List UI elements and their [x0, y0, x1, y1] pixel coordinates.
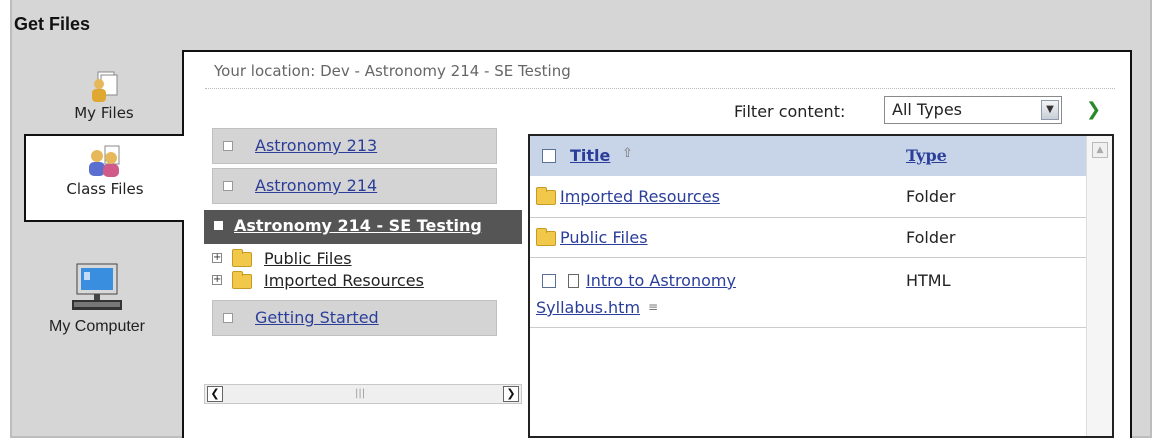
tab-class-files[interactable]: Class Files [24, 134, 184, 222]
filter-select-value: All Types [892, 100, 963, 119]
options-menu-icon[interactable]: ≡ [648, 300, 658, 314]
scroll-up-icon[interactable]: ▲ [1092, 142, 1108, 158]
tree-item-selected[interactable]: Astronomy 214 - SE Testing [204, 210, 522, 244]
tree-children: + Public Files + Imported Resources [204, 244, 522, 300]
file-list-vertical-scrollbar[interactable]: ▲ [1086, 136, 1112, 436]
scroll-right-icon[interactable]: ❯ [503, 386, 519, 402]
filter-label: Filter content: [734, 102, 846, 121]
divider [205, 88, 1115, 89]
filter-select[interactable]: All Types ▼ [884, 96, 1062, 124]
file-checkbox[interactable] [542, 274, 556, 288]
computer-icon [72, 263, 122, 310]
file-title-link[interactable]: Imported Resources [560, 187, 720, 206]
folder-icon [232, 249, 252, 267]
column-type[interactable]: Type [906, 146, 947, 165]
file-title-link[interactable]: Intro to Astronomy [586, 271, 736, 290]
sort-up-icon: ⇧ [622, 146, 633, 161]
tree-node-icon [214, 221, 223, 230]
tab-my-files[interactable]: My Files [30, 70, 178, 130]
file-type: Folder [906, 187, 956, 206]
tree-horizontal-scrollbar[interactable]: ❮ ||| ❯ [204, 384, 522, 404]
tab-class-files-label: Class Files [66, 180, 144, 198]
tree-item-link[interactable]: Astronomy 213 [255, 136, 377, 155]
tab-join [182, 136, 186, 220]
file-row[interactable]: Intro to Astronomy Syllabus.htm ≡ HTML [530, 258, 1086, 328]
tree-node-icon [223, 141, 233, 151]
tab-my-computer[interactable]: My Computer [22, 262, 172, 362]
tree-child-link[interactable]: Public Files [264, 249, 352, 268]
tab-my-computer-label: My Computer [48, 318, 146, 335]
file-row[interactable]: Public Files Folder [530, 218, 1086, 258]
tree-child-link[interactable]: Imported Resources [264, 271, 424, 290]
select-all-checkbox[interactable] [542, 149, 556, 163]
location-breadcrumb: Your location: Dev - Astronomy 214 - SE … [214, 62, 571, 80]
file-type: Folder [906, 228, 956, 247]
class-files-icon [89, 145, 120, 177]
folder-icon [536, 228, 556, 246]
tree-item-link[interactable]: Getting Started [255, 308, 379, 327]
tree-item[interactable]: Astronomy 214 [212, 168, 497, 204]
expand-icon[interactable]: + [212, 275, 222, 285]
scroll-grip-icon: ||| [355, 388, 366, 399]
file-list: Title ⇧ Type Imported Resources Folder P… [528, 134, 1114, 438]
folder-icon [232, 271, 252, 289]
document-icon [568, 274, 579, 288]
my-files-icon [92, 71, 118, 102]
tree-item-selected-label: Astronomy 214 - SE Testing [234, 216, 482, 235]
file-type: HTML [906, 271, 951, 290]
folder-icon [536, 187, 556, 205]
dialog-title: Get Files [14, 14, 91, 34]
file-list-header: Title ⇧ Type [530, 136, 1086, 176]
chevron-down-icon[interactable]: ▼ [1041, 100, 1059, 120]
tree-item[interactable]: Getting Started [212, 300, 497, 336]
scroll-left-icon[interactable]: ❮ [207, 386, 223, 402]
tree-node-icon [223, 181, 233, 191]
tree-item-link[interactable]: Astronomy 214 [255, 176, 377, 195]
expand-icon[interactable]: + [212, 253, 222, 263]
tree-node-icon [223, 313, 233, 323]
tab-my-files-label: My Files [74, 104, 134, 122]
go-arrow-icon[interactable]: ❯ [1086, 99, 1101, 120]
column-title[interactable]: Title [570, 146, 610, 165]
file-title-link[interactable]: Public Files [560, 228, 648, 247]
tree-item[interactable]: Astronomy 213 [212, 128, 497, 164]
file-title-link-cont[interactable]: Syllabus.htm [536, 298, 640, 317]
file-row[interactable]: Imported Resources Folder [530, 176, 1086, 218]
